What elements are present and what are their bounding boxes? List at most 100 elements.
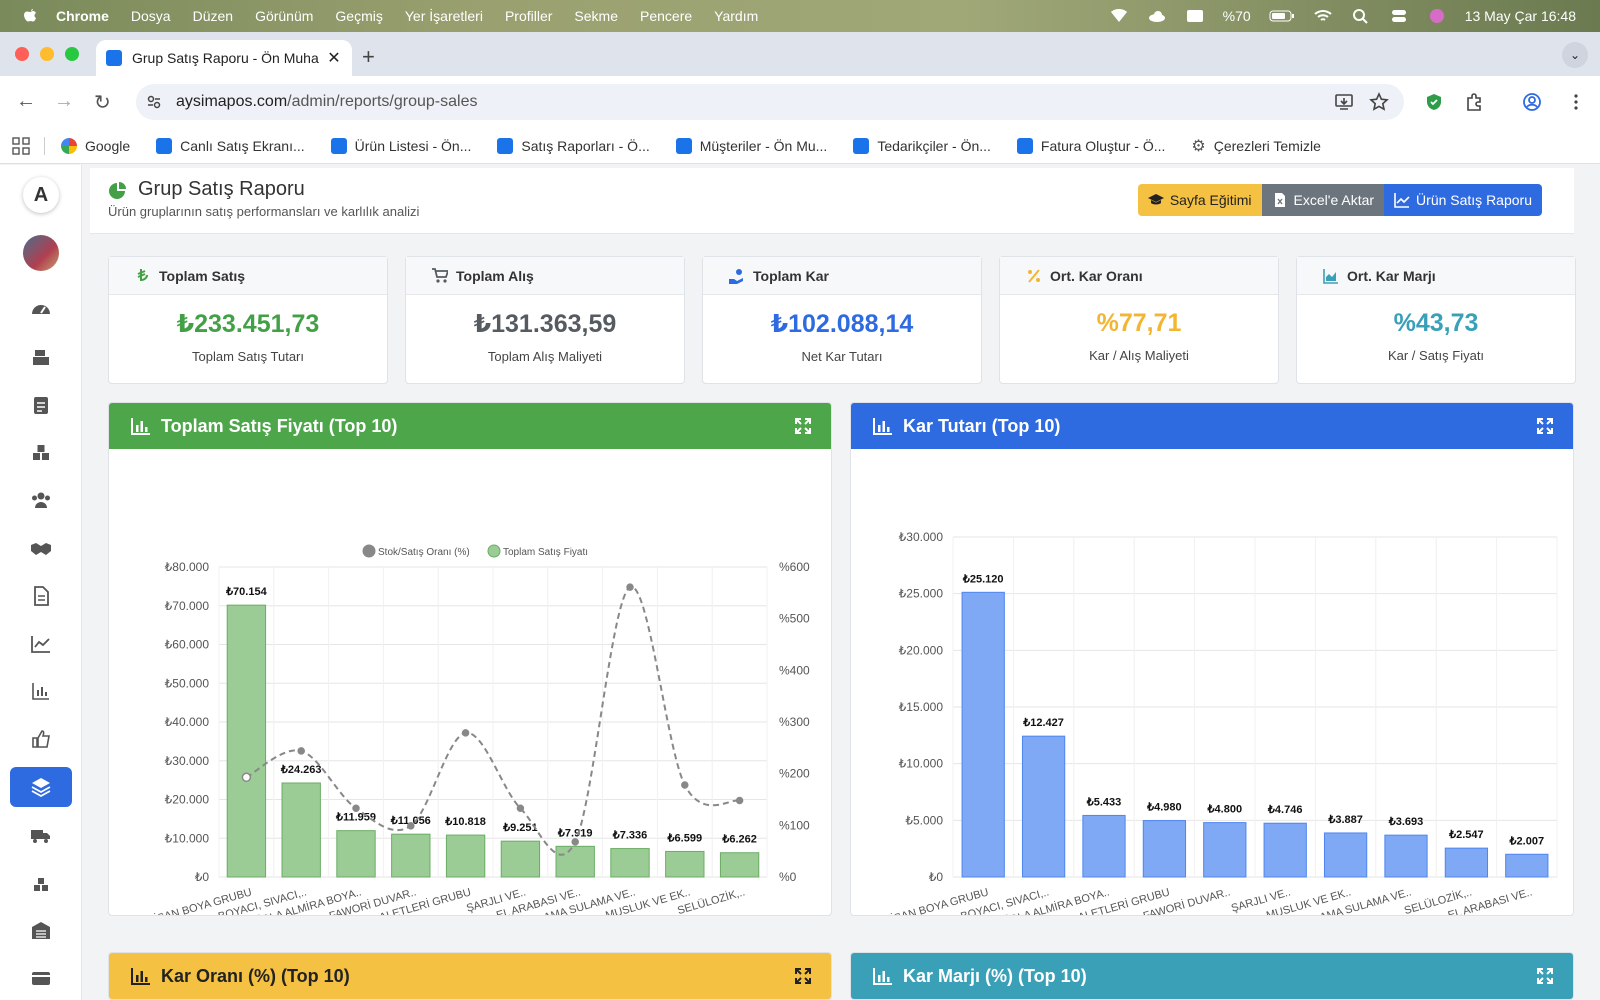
wifi-icon[interactable] xyxy=(1313,8,1333,24)
extensions-puzzle-icon[interactable] xyxy=(1464,92,1484,112)
expand-icon[interactable] xyxy=(1537,968,1553,984)
new-tab-button[interactable]: + xyxy=(362,44,375,70)
sidebar-item-boxes[interactable] xyxy=(10,432,72,472)
bar[interactable] xyxy=(1082,814,1126,878)
sidebar-item-handshake[interactable] xyxy=(10,528,72,568)
menu-item-view[interactable]: Görünüm xyxy=(255,8,313,24)
bar[interactable] xyxy=(1505,853,1549,878)
apps-grid-icon[interactable] xyxy=(12,136,30,155)
tab-search-button[interactable]: ⌄ xyxy=(1562,42,1588,68)
bookmark-sales-reports[interactable]: Satış Raporları - Ö... xyxy=(497,137,650,154)
ratio-point[interactable] xyxy=(681,781,689,789)
tab-close-icon[interactable]: ✕ xyxy=(326,48,342,68)
menu-item-help[interactable]: Yardım xyxy=(714,8,758,24)
bar[interactable] xyxy=(281,782,321,878)
keyboard-icon[interactable] xyxy=(1185,8,1205,24)
bar[interactable] xyxy=(719,852,760,878)
menu-item-bookmarks[interactable]: Yer İşaretleri xyxy=(405,8,483,24)
menubar-clock[interactable]: 13 May Çar 16:48 xyxy=(1465,8,1576,24)
bar[interactable] xyxy=(1323,832,1368,878)
sidebar-item-cash-register[interactable] xyxy=(10,337,72,377)
bar[interactable] xyxy=(1263,822,1307,878)
bar[interactable] xyxy=(961,591,1005,878)
site-info-icon[interactable] xyxy=(146,94,162,110)
app-logo[interactable]: A xyxy=(23,177,59,213)
bar[interactable] xyxy=(1021,735,1066,878)
bar[interactable] xyxy=(1142,820,1187,878)
control-center-icon[interactable] xyxy=(1389,8,1409,24)
sidebar-item-clipboard[interactable] xyxy=(10,385,72,425)
cloud-icon[interactable] xyxy=(1147,8,1167,24)
menu-item-tab[interactable]: Sekme xyxy=(574,8,618,24)
apple-icon[interactable] xyxy=(22,8,38,24)
bar[interactable] xyxy=(226,604,267,878)
forward-arrow-icon[interactable]: → xyxy=(54,90,74,113)
bookmark-create-invoice[interactable]: Fatura Oluştur - Ö... xyxy=(1016,137,1165,154)
bar[interactable] xyxy=(1384,834,1428,878)
ratio-point[interactable] xyxy=(735,796,744,805)
reload-icon[interactable]: ↻ xyxy=(94,90,111,115)
bar[interactable] xyxy=(1444,847,1489,878)
bookmark-google[interactable]: Google xyxy=(61,137,130,154)
sidebar-item-warehouse-boxes[interactable] xyxy=(10,863,72,903)
bar[interactable] xyxy=(1203,822,1247,878)
expand-icon[interactable] xyxy=(795,418,811,434)
sidebar-item-line-chart[interactable] xyxy=(10,624,72,664)
product-sales-report-button[interactable]: Ürün Satış Raporu xyxy=(1384,184,1542,216)
chart-legend[interactable]: Stok/Satış Oranı (%) Toplam Satış Fiyatı xyxy=(362,544,588,558)
menu-item-profiles[interactable]: Profiller xyxy=(505,8,552,24)
ratio-point[interactable] xyxy=(461,729,470,737)
siri-icon[interactable] xyxy=(1427,8,1447,24)
sidebar-item-users[interactable] xyxy=(10,480,72,520)
user-avatar[interactable] xyxy=(23,235,59,271)
menu-item-history[interactable]: Geçmiş xyxy=(335,8,382,24)
browser-tab-active[interactable]: Grup Satış Raporu - Ön Muha ✕ xyxy=(96,40,352,76)
ratio-point[interactable] xyxy=(407,822,415,830)
expand-icon[interactable] xyxy=(1537,418,1553,434)
sidebar-item-card[interactable] xyxy=(10,958,72,998)
install-app-icon[interactable] xyxy=(1334,92,1354,112)
sidebar-item-building[interactable] xyxy=(10,910,72,950)
bar[interactable] xyxy=(610,848,650,878)
vpn-icon[interactable] xyxy=(1109,8,1129,24)
ratio-point[interactable] xyxy=(516,804,525,813)
bookmark-live-sales[interactable]: Canlı Satış Ekranı... xyxy=(156,137,305,154)
sidebar-item-dashboard[interactable] xyxy=(10,289,72,329)
address-bar[interactable]: aysimapos.com/admin/reports/group-sales xyxy=(136,84,1404,120)
bookmark-product-list[interactable]: Ürün Listesi - Ön... xyxy=(330,137,471,154)
window-minimize-button[interactable] xyxy=(40,47,54,61)
window-zoom-button[interactable] xyxy=(65,47,79,61)
window-close-button[interactable] xyxy=(15,47,29,61)
ratio-point[interactable] xyxy=(626,583,634,591)
ratio-point[interactable] xyxy=(297,747,305,755)
export-excel-button[interactable]: Excel'e Aktar xyxy=(1261,184,1385,216)
menu-app-name[interactable]: Chrome xyxy=(56,8,109,24)
sidebar-item-truck[interactable] xyxy=(10,815,72,855)
bookmark-suppliers[interactable]: Tedarikçiler - Ön... xyxy=(853,137,991,154)
chrome-menu-icon[interactable] xyxy=(1566,92,1586,112)
bookmark-customers[interactable]: Müşteriler - Ön Mu... xyxy=(675,137,827,154)
ratio-point[interactable] xyxy=(571,838,579,846)
profile-icon[interactable] xyxy=(1522,92,1542,112)
expand-icon[interactable] xyxy=(795,968,811,984)
back-arrow-icon[interactable]: ← xyxy=(16,90,36,113)
menu-item-file[interactable]: Dosya xyxy=(131,8,171,24)
ratio-point[interactable] xyxy=(352,804,360,813)
menu-item-window[interactable]: Pencere xyxy=(640,8,692,24)
sidebar-item-thumbs-up[interactable] xyxy=(10,719,72,759)
bar[interactable] xyxy=(555,845,595,878)
menu-item-edit[interactable]: Düzen xyxy=(193,8,233,24)
battery-icon[interactable] xyxy=(1269,8,1295,24)
spotlight-search-icon[interactable] xyxy=(1351,8,1371,24)
bar[interactable] xyxy=(500,840,541,878)
sidebar-item-document[interactable] xyxy=(10,576,72,616)
shield-extension-icon[interactable] xyxy=(1424,92,1444,112)
page-training-button[interactable]: Sayfa Eğitimi xyxy=(1137,184,1262,216)
ratio-point[interactable] xyxy=(241,772,252,783)
bar[interactable] xyxy=(445,834,486,878)
sidebar-item-bar-chart[interactable] xyxy=(10,671,72,711)
bar[interactable] xyxy=(391,833,431,878)
bookmark-clear-cookies[interactable]: ⚙ Çerezleri Temizle xyxy=(1191,136,1320,156)
sidebar-item-layers[interactable] xyxy=(10,767,72,807)
bookmark-star-icon[interactable] xyxy=(1369,92,1389,112)
